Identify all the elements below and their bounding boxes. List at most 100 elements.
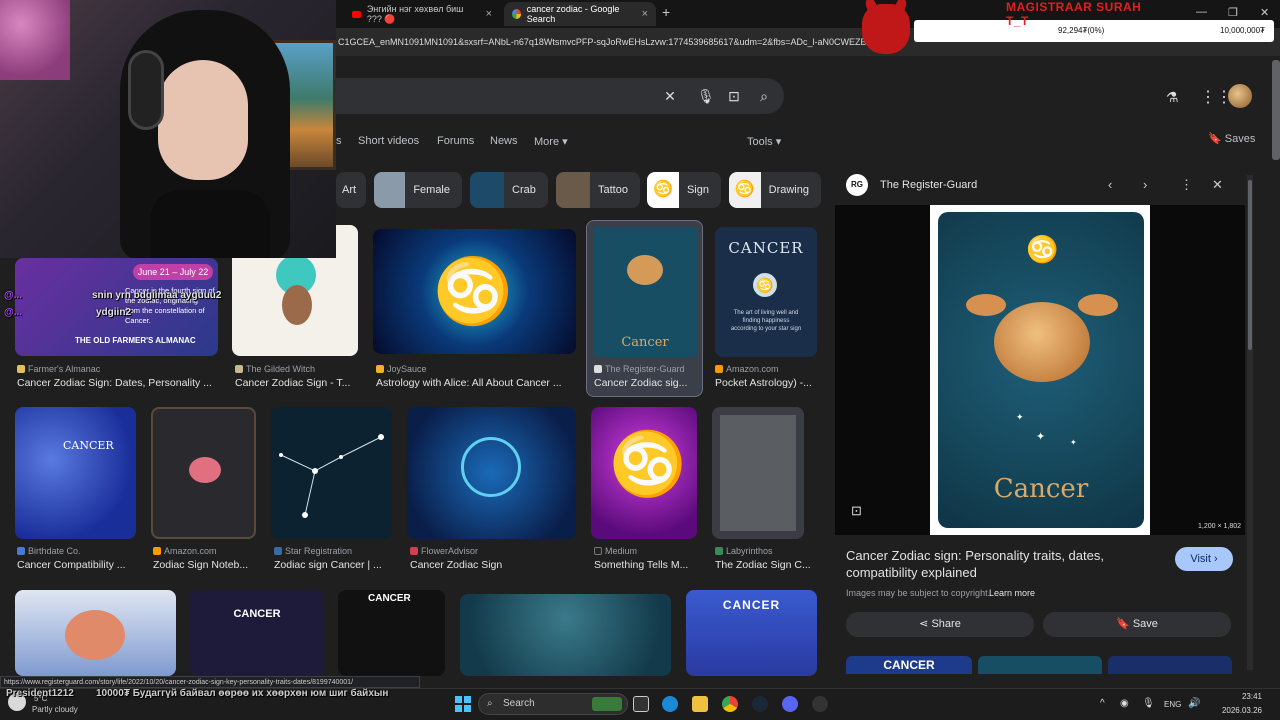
tab-images-partial[interactable]: s: [336, 135, 342, 147]
microphone-icon[interactable]: 🎙: [697, 88, 715, 104]
result-title[interactable]: Zodiac Sign Noteb...: [153, 559, 263, 571]
more-options-icon[interactable]: ⋮: [1180, 177, 1193, 193]
chip-thumb: [556, 172, 590, 208]
related-image-2[interactable]: [978, 656, 1102, 674]
lens-icon[interactable]: ⊡: [726, 88, 742, 104]
result-image-floweradvisor[interactable]: [407, 407, 576, 539]
amazon-title: CANCER: [728, 239, 804, 257]
lens-icon[interactable]: ⊡: [851, 503, 862, 519]
crab-icon: [461, 437, 521, 497]
google-icon: [512, 9, 521, 19]
close-icon[interactable]: ✕: [1212, 177, 1223, 193]
browser-tab-youtube[interactable]: Энгийн нэг хөхвөл биш ??? 🔴 ×: [344, 2, 500, 26]
speaker-icon[interactable]: 🔊: [1188, 698, 1200, 709]
result-source: Labyrinthos: [715, 546, 825, 556]
chrome-icon[interactable]: [722, 696, 738, 712]
result-title[interactable]: Cancer Zodiac Sign: Dates, Personality .…: [17, 377, 217, 389]
chip-art[interactable]: Art: [336, 172, 366, 208]
result-title[interactable]: Zodiac sign Cancer | ...: [274, 559, 394, 571]
star-icon: ✦: [1036, 431, 1046, 443]
chip-thumb: [470, 172, 504, 208]
chevron-left-icon[interactable]: ‹: [1108, 177, 1112, 192]
search-icon[interactable]: ⌕: [756, 88, 772, 104]
star-icon: ✦: [1070, 438, 1077, 447]
obs-icon[interactable]: [812, 696, 828, 712]
edge-icon[interactable]: [662, 696, 678, 712]
result-image-birthdate[interactable]: CANCER: [15, 407, 136, 539]
chip-female[interactable]: Female: [374, 172, 462, 208]
chip-sign[interactable]: ♋ Sign: [647, 172, 721, 208]
tab-label: Энгийн нэг хөхвөл биш ??? 🔴: [366, 3, 464, 24]
avatar[interactable]: [1228, 84, 1252, 108]
result-title[interactable]: Cancer Zodiac sig...: [594, 377, 700, 389]
result-source: Farmer's Almanac: [17, 364, 217, 374]
language-indicator[interactable]: ENG: [1164, 700, 1181, 709]
tab-news[interactable]: News: [490, 135, 518, 147]
network-icon[interactable]: ◉: [1120, 698, 1129, 709]
discord-icon[interactable]: [782, 696, 798, 712]
clock-time[interactable]: 23:41: [1222, 692, 1262, 701]
result-image-star-registration[interactable]: [271, 407, 392, 539]
result-title[interactable]: Cancer Zodiac Sign - T...: [235, 377, 360, 389]
steam-icon[interactable]: [752, 696, 768, 712]
chat-message: snin yrn bdgiimaa ayguuu2: [92, 290, 222, 301]
tools-button[interactable]: Tools ▾: [747, 135, 781, 148]
tab-short-videos[interactable]: Short videos: [358, 135, 419, 147]
chevron-up-icon[interactable]: ^: [1100, 698, 1105, 709]
windows-start-icon[interactable]: [455, 696, 471, 712]
task-view-icon[interactable]: [633, 696, 649, 712]
panel-scrollbar-thumb[interactable]: [1248, 180, 1252, 350]
result-image-medium[interactable]: ♋: [591, 407, 697, 539]
microphone-icon[interactable]: 🎙: [1142, 698, 1155, 709]
related-image-1[interactable]: CANCER: [846, 656, 972, 674]
result-title[interactable]: Astrology with Alice: All About Cancer .…: [376, 377, 576, 389]
result-title[interactable]: Cancer Compatibility ...: [17, 559, 137, 571]
tab-more[interactable]: More ▾: [534, 135, 568, 148]
result-title[interactable]: Something Tells M...: [594, 559, 704, 571]
share-button[interactable]: ⋖ Share: [846, 612, 1034, 637]
tab-forums[interactable]: Forums: [437, 135, 474, 147]
chevron-right-icon[interactable]: ›: [1143, 177, 1147, 192]
result-image-joysauce[interactable]: ♋: [373, 229, 576, 354]
new-tab-button[interactable]: +: [662, 4, 670, 20]
maximize-icon[interactable]: ❐: [1228, 6, 1238, 19]
close-icon[interactable]: ×: [642, 8, 648, 20]
result-image-row3-3[interactable]: CANCER: [338, 590, 445, 676]
close-icon[interactable]: ×: [486, 8, 492, 20]
browser-tab-search[interactable]: cancer zodiac - Google Search ×: [504, 2, 656, 26]
result-image-notebook[interactable]: [151, 407, 256, 539]
related-image-3[interactable]: [1108, 656, 1232, 674]
status-url: https://www.registerguard.com/story/life…: [0, 676, 420, 688]
visit-button[interactable]: Visit ›: [1175, 547, 1233, 571]
saves-button[interactable]: 🔖 Saves: [1208, 132, 1255, 145]
cancer-sign-icon: ♋: [1026, 234, 1059, 264]
copyright-notice: Images may be subject to copyright.: [846, 588, 991, 598]
chip-drawing[interactable]: ♋ Drawing: [729, 172, 821, 208]
result-title[interactable]: Cancer Zodiac Sign: [410, 559, 570, 571]
learn-more-link[interactable]: Learn more: [989, 588, 1035, 598]
result-image-row3-2[interactable]: CANCER: [190, 590, 324, 676]
weather-label: Partly cloudy: [32, 705, 78, 714]
close-window-icon[interactable]: ✕: [1260, 6, 1269, 19]
chip-tattoo[interactable]: Tattoo: [556, 172, 640, 208]
page-scrollbar-thumb[interactable]: [1272, 60, 1280, 160]
panel-title[interactable]: Cancer Zodiac sign: Personality traits, …: [846, 547, 1146, 581]
result-image-row3-4[interactable]: [460, 594, 671, 676]
clear-icon[interactable]: ✕: [662, 88, 678, 104]
chip-crab[interactable]: Crab: [470, 172, 548, 208]
result-image-amazon-pocket[interactable]: CANCER ♋ The art of living well and find…: [715, 227, 817, 357]
search-input[interactable]: [336, 78, 784, 114]
clock-date[interactable]: 2026.03.26: [1210, 706, 1262, 715]
chat-message: 10000₮ Будаггүй байвал өөрөө их хөөрхөн …: [96, 688, 389, 699]
minimize-icon[interactable]: —: [1196, 6, 1207, 18]
panel-source-name[interactable]: The Register-Guard: [880, 179, 977, 191]
result-image-labyrinthos[interactable]: [712, 407, 804, 539]
result-image-row3-5[interactable]: CANCER: [686, 590, 817, 676]
cancer-sign-icon: ♋: [647, 172, 679, 208]
labs-icon[interactable]: ⚗: [1166, 89, 1179, 106]
save-button[interactable]: 🔖 Save: [1043, 612, 1231, 637]
result-image-row3-1[interactable]: [15, 590, 176, 676]
result-title[interactable]: Pocket Astrology) -...: [715, 377, 819, 389]
file-explorer-icon[interactable]: [692, 696, 708, 712]
result-title[interactable]: The Zodiac Sign C...: [715, 559, 815, 571]
